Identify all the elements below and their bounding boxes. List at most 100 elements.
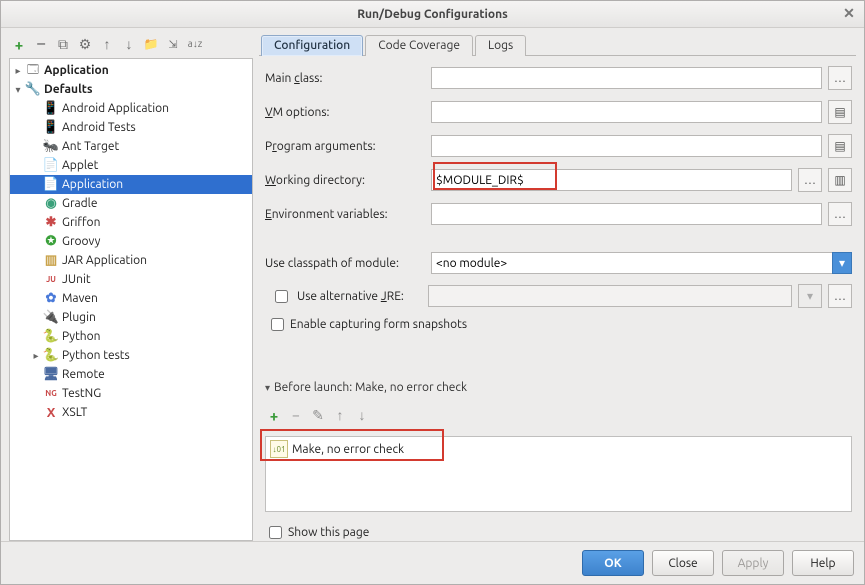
edit-env-vars-icon[interactable]: …	[828, 202, 852, 226]
tree-node-plugin[interactable]: 🔌Plugin	[10, 308, 252, 327]
help-button[interactable]: Help	[792, 550, 854, 576]
tree-node-jar-application[interactable]: ▥JAR Application	[10, 251, 252, 270]
program-args-input[interactable]	[431, 135, 822, 157]
vm-options-input[interactable]	[431, 101, 822, 123]
before-launch-header[interactable]: ▾ Before launch: Make, no error check	[265, 381, 852, 394]
before-launch-list[interactable]: ↓01 Make, no error check	[265, 436, 852, 512]
tree-node-python-tests[interactable]: ▸🐍Python tests	[10, 346, 252, 365]
row-alt-jre: Use alternative JRE: ▾ …	[265, 284, 852, 308]
tree-node-griffon[interactable]: ✱Griffon	[10, 213, 252, 232]
before-launch-edit-icon[interactable]: ✎	[311, 408, 325, 422]
tree-label: Python	[62, 330, 101, 343]
tree-node-android-application[interactable]: 📱Android Application	[10, 99, 252, 118]
browse-main-class-icon[interactable]: …	[828, 66, 852, 90]
env-vars-input[interactable]	[431, 203, 822, 225]
browse-alt-jre-icon[interactable]: …	[828, 284, 852, 308]
copy-config-icon[interactable]: ⧉	[55, 36, 71, 52]
close-button[interactable]: Close	[652, 550, 714, 576]
chevron-down-icon: ▾	[265, 382, 270, 394]
row-classpath: Use classpath of module: <no module>	[265, 252, 852, 274]
show-page-checkbox[interactable]	[269, 526, 282, 539]
move-up-icon[interactable]: ↑	[99, 36, 115, 52]
vm-options-label: VM options:	[265, 106, 425, 119]
config-type-icon: 📱	[42, 120, 60, 136]
chevron-right-icon: ▸	[12, 65, 24, 77]
tab-code-coverage[interactable]: Code Coverage	[365, 35, 473, 56]
tree-label: Application	[62, 178, 123, 191]
working-dir-input[interactable]	[431, 169, 792, 191]
browse-working-dir-icon[interactable]: …	[798, 168, 822, 192]
before-launch-down-icon[interactable]: ↓	[355, 408, 369, 422]
config-type-icon: NG	[42, 386, 60, 402]
classpath-select[interactable]: <no module>	[431, 252, 852, 274]
before-launch-item-label: Make, no error check	[292, 443, 404, 456]
collapse-icon[interactable]: ⇲	[165, 36, 181, 52]
window-title: Run/Debug Configurations	[357, 8, 508, 21]
config-type-icon: ▥	[42, 253, 60, 269]
tree-node-groovy[interactable]: ✪Groovy	[10, 232, 252, 251]
tab-logs[interactable]: Logs	[475, 35, 526, 56]
tab-configuration[interactable]: Configuration	[261, 35, 363, 56]
before-launch-add-icon[interactable]: +	[267, 408, 281, 422]
before-launch-title: Before launch: Make, no error check	[274, 381, 467, 394]
alt-jre-input	[428, 285, 792, 307]
tree-node-application-root[interactable]: ▸ 🗔 Application	[10, 61, 252, 80]
tree-label: Android Application	[62, 102, 169, 115]
move-down-icon[interactable]: ↓	[121, 36, 137, 52]
tree-label: Groovy	[62, 235, 100, 248]
row-env-vars: Environment variables: …	[265, 202, 852, 226]
show-page-label: Show this page	[288, 526, 369, 539]
tree-node-applet[interactable]: 📄Applet	[10, 156, 252, 175]
expand-vm-options-icon[interactable]: ▤	[828, 100, 852, 124]
config-type-icon: 🖥	[42, 367, 60, 383]
program-args-label: Program arguments:	[265, 140, 425, 153]
main-class-label: Main class:	[265, 72, 425, 85]
tree-label: JAR Application	[62, 254, 147, 267]
run-debug-config-dialog: Run/Debug Configurations ✕ + − ⧉ ⚙ ↑ ↓ 📁…	[0, 0, 865, 585]
tree-node-gradle[interactable]: ◉Gradle	[10, 194, 252, 213]
row-main-class: Main class: …	[265, 66, 852, 90]
ok-button[interactable]: OK	[582, 550, 644, 576]
right-panel: Configuration Code Coverage Logs Main cl…	[259, 34, 856, 541]
enable-snapshots-label: Enable capturing form snapshots	[290, 318, 467, 331]
before-launch-toolbar: + − ✎ ↑ ↓	[265, 404, 852, 426]
tree-node-defaults[interactable]: ▾ 🔧 Defaults	[10, 80, 252, 99]
config-type-icon: ✱	[42, 215, 60, 231]
before-launch-remove-icon[interactable]: −	[289, 408, 303, 422]
remove-config-icon[interactable]: −	[33, 36, 49, 52]
tree-node-ant-target[interactable]: 🐜Ant Target	[10, 137, 252, 156]
edit-defaults-icon[interactable]: ⚙	[77, 36, 93, 52]
tree-label: Ant Target	[62, 140, 119, 153]
tree-node-junit[interactable]: JUJUnit	[10, 270, 252, 289]
before-launch-up-icon[interactable]: ↑	[333, 408, 347, 422]
before-launch-item[interactable]: ↓01 Make, no error check	[268, 439, 849, 459]
tree-label: TestNG	[62, 387, 101, 400]
row-vm-options: VM options: ▤	[265, 100, 852, 124]
main-class-input[interactable]	[431, 67, 822, 89]
config-type-icon: 🔌	[42, 310, 60, 326]
tree-node-application[interactable]: 📄Application	[10, 175, 252, 194]
tree-label: Applet	[62, 159, 98, 172]
apply-button: Apply	[722, 550, 784, 576]
tree-node-python[interactable]: 🐍Python	[10, 327, 252, 346]
tree-label: XSLT	[62, 406, 87, 419]
folder-icon[interactable]: 📁	[143, 36, 159, 52]
tree-node-remote[interactable]: 🖥Remote	[10, 365, 252, 384]
alt-jre-checkbox[interactable]	[275, 290, 288, 303]
tree-node-testng[interactable]: NGTestNG	[10, 384, 252, 403]
row-program-args: Program arguments: ▤	[265, 134, 852, 158]
enable-snapshots-checkbox[interactable]	[271, 318, 284, 331]
titlebar: Run/Debug Configurations ✕	[1, 1, 864, 28]
config-type-icon: ✪	[42, 234, 60, 250]
tree-node-maven[interactable]: ✿Maven	[10, 289, 252, 308]
sort-icon[interactable]: a↓z	[187, 36, 203, 52]
macro-working-dir-icon[interactable]: ▥	[828, 168, 852, 192]
tree-node-xslt[interactable]: XXSLT	[10, 403, 252, 422]
tree-node-android-tests[interactable]: 📱Android Tests	[10, 118, 252, 137]
alt-jre-dropdown-icon: ▾	[798, 284, 822, 308]
window-close-icon[interactable]: ✕	[840, 4, 858, 22]
config-tree[interactable]: ▸ 🗔 Application ▾ 🔧 Defaults 📱Android Ap…	[9, 58, 253, 541]
add-config-icon[interactable]: +	[11, 36, 27, 52]
dialog-button-bar: OK Close Apply Help	[1, 541, 864, 584]
expand-program-args-icon[interactable]: ▤	[828, 134, 852, 158]
